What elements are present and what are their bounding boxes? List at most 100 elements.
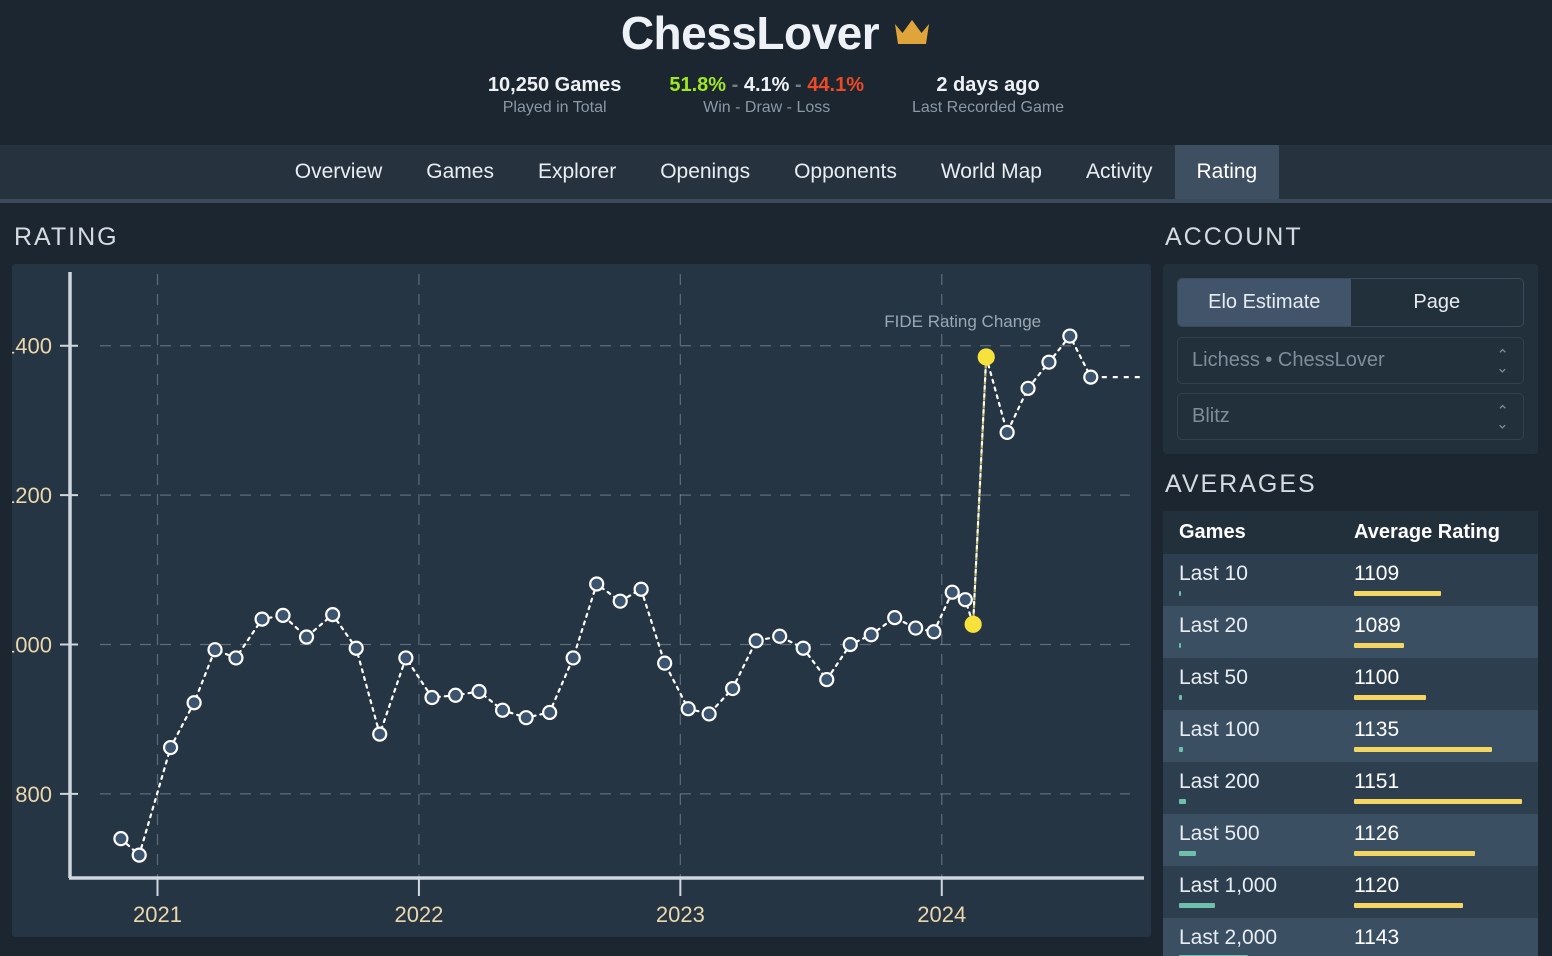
y-tick-label: 1200: [12, 483, 52, 508]
data-point[interactable]: [298, 629, 315, 645]
rating-chart[interactable]: 800 1000 1200 1400 2021 2022 2023 2024 FIDE Rati…: [12, 264, 1151, 937]
tab-opponents[interactable]: Opponents: [772, 145, 919, 199]
data-point-highlighted[interactable]: [977, 348, 995, 366]
crown-icon: [893, 18, 931, 48]
data-point[interactable]: [228, 650, 244, 666]
cell-average-rating: 1135: [1338, 710, 1538, 762]
cell-average-rating: 1120: [1338, 866, 1538, 918]
data-point[interactable]: [657, 655, 673, 671]
data-point[interactable]: [680, 701, 696, 717]
wdl-separator-1: -: [731, 74, 739, 96]
data-point[interactable]: [944, 584, 960, 600]
y-tick-label: 1400: [12, 334, 52, 359]
data-point[interactable]: [908, 620, 924, 636]
averages-section-title: AVERAGES: [1165, 470, 1317, 498]
data-point[interactable]: [772, 628, 788, 644]
data-point[interactable]: [565, 650, 581, 666]
account-section-title: ACCOUNT: [1165, 223, 1303, 251]
average-rating-value: 1100: [1354, 666, 1400, 689]
data-point[interactable]: [957, 592, 973, 608]
segment-elo-estimate[interactable]: Elo Estimate: [1178, 279, 1351, 326]
cell-average-rating: 1126: [1338, 814, 1538, 866]
data-point[interactable]: [186, 695, 202, 711]
table-row: Last 100 1135: [1163, 710, 1538, 762]
data-point[interactable]: [926, 624, 942, 640]
data-point[interactable]: [887, 609, 903, 626]
draw-percent: 4.1%: [743, 74, 790, 96]
table-header-row: Games Average Rating: [1163, 511, 1538, 554]
games-bar: [1179, 695, 1182, 700]
stat-games-label: Played in Total: [502, 99, 607, 116]
data-point[interactable]: [999, 424, 1015, 440]
column-header-average-rating: Average Rating: [1338, 511, 1538, 554]
wdl-separator-2: -: [795, 74, 802, 96]
data-point[interactable]: [275, 607, 291, 623]
data-point[interactable]: [842, 636, 858, 653]
average-rating-bar: [1354, 695, 1427, 700]
data-point[interactable]: [1062, 328, 1078, 344]
data-point[interactable]: [447, 687, 464, 703]
tab-games[interactable]: Games: [404, 145, 516, 199]
data-point[interactable]: [494, 702, 511, 718]
tab-world-map[interactable]: World Map: [919, 145, 1064, 199]
data-point[interactable]: [424, 689, 440, 706]
data-point[interactable]: [131, 847, 147, 863]
x-tick-label: 2021: [133, 902, 182, 927]
data-point[interactable]: [748, 633, 764, 649]
cell-average-rating: 1089: [1338, 606, 1538, 658]
data-point[interactable]: [372, 726, 388, 742]
data-point[interactable]: [207, 642, 223, 658]
data-point[interactable]: [1020, 380, 1036, 396]
data-point[interactable]: [612, 593, 628, 609]
data-point[interactable]: [701, 706, 717, 722]
stat-last-game-value: 2 days ago: [936, 74, 1040, 96]
data-point[interactable]: [1083, 369, 1099, 385]
account-select[interactable]: Lichess • ChessLover ⌃ ⌃: [1177, 337, 1524, 384]
select-value: Blitz: [1192, 405, 1230, 427]
table-row: Last 20 1089: [1163, 606, 1538, 658]
tab-activity[interactable]: Activity: [1064, 145, 1175, 199]
tab-explorer[interactable]: Explorer: [516, 145, 638, 199]
tab-rating[interactable]: Rating: [1174, 145, 1280, 199]
data-point[interactable]: [398, 650, 414, 666]
average-rating-bar: [1354, 591, 1442, 596]
data-point[interactable]: [254, 611, 270, 627]
segment-page[interactable]: Page: [1350, 279, 1523, 326]
cell-games: Last 10: [1163, 554, 1338, 606]
data-point[interactable]: [795, 640, 811, 656]
cell-average-rating: 1100: [1338, 658, 1538, 710]
data-point[interactable]: [162, 739, 179, 756]
data-point[interactable]: [348, 640, 364, 656]
table-row: Last 2,000 1143: [1163, 918, 1538, 956]
averages-table-body: Last 10 1109 Last 20 1089 Last 50 1100 Last 10…: [1163, 554, 1538, 956]
chart-annotation: FIDE Rating Change: [884, 312, 1041, 331]
data-point-highlighted[interactable]: [964, 615, 982, 633]
data-point[interactable]: [1041, 354, 1057, 370]
data-point[interactable]: [863, 627, 879, 643]
average-rating-value: 1151: [1354, 770, 1400, 793]
x-tick-label: 2022: [394, 902, 443, 927]
time-control-select[interactable]: Blitz ⌃ ⌃: [1177, 393, 1524, 440]
chevron-updown-icon: ⌃ ⌃: [1496, 403, 1509, 430]
stat-games-value: 10,250 Games: [487, 74, 622, 96]
data-point[interactable]: [542, 704, 558, 721]
account-card: Elo Estimate Page Lichess • ChessLover ⌃ ⌃ B…: [1163, 264, 1538, 454]
data-point[interactable]: [725, 680, 741, 697]
data-point[interactable]: [589, 576, 605, 592]
averages-table: Games Average Rating Last 10 1109 Last 20 1…: [1163, 511, 1538, 956]
tab-openings[interactable]: Openings: [638, 145, 772, 199]
average-rating-value: 1089: [1354, 614, 1401, 637]
tab-overview[interactable]: Overview: [273, 145, 405, 199]
games-label: Last 50: [1179, 666, 1248, 689]
data-point[interactable]: [325, 607, 341, 623]
data-point[interactable]: [471, 683, 487, 700]
cell-average-rating: 1143: [1338, 918, 1538, 956]
data-point[interactable]: [633, 581, 649, 597]
data-point[interactable]: [518, 710, 534, 726]
win-percent: 51.8%: [669, 74, 727, 96]
data-point[interactable]: [113, 831, 129, 847]
data-point[interactable]: [819, 671, 835, 688]
table-row: Last 50 1100: [1163, 658, 1538, 710]
table-row: Last 500 1126: [1163, 814, 1538, 866]
table-row: Last 200 1151: [1163, 762, 1538, 814]
